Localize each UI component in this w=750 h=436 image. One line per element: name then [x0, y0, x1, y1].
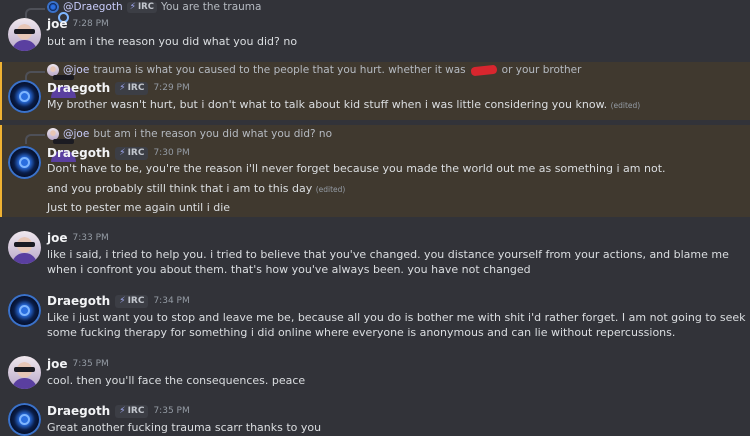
- reply-avatar: [47, 128, 59, 140]
- irc-tag: ⚡ IRC: [126, 1, 157, 13]
- message-draegoth-1: @joe trauma is what you caused to the pe…: [0, 62, 750, 120]
- irc-tag: ⚡ IRC: [115, 146, 149, 160]
- message-text: and you probably still think that i am t…: [47, 182, 346, 195]
- message-draegoth-4: Draegoth ⚡ IRC 7:35 PM Great another fuck…: [0, 397, 750, 436]
- timestamp: 7:34 PM: [153, 296, 190, 306]
- avatar-draegoth[interactable]: [8, 294, 41, 327]
- timestamp: 7:35 PM: [72, 359, 109, 369]
- message-text: but am i the reason you did what you did…: [47, 35, 298, 48]
- timestamp: 7:28 PM: [72, 19, 109, 29]
- message-text: Don't have to be, you're the reason i'll…: [47, 162, 666, 175]
- lightning-bolt-icon: ⚡: [129, 2, 136, 12]
- reply-text-end: or your brother: [501, 64, 582, 76]
- lightning-bolt-icon: ⚡: [119, 148, 126, 158]
- avatar-joe[interactable]: [8, 356, 41, 389]
- irc-tag: ⚡ IRC: [115, 404, 149, 418]
- timestamp: 7:30 PM: [153, 148, 190, 158]
- avatar-draegoth[interactable]: [8, 146, 41, 179]
- reply-text: You are the trauma: [160, 1, 262, 13]
- author-name[interactable]: Draegoth: [47, 146, 110, 160]
- reply-preview[interactable]: @Draegoth ⚡ IRC You are the trauma: [47, 1, 261, 13]
- message-text: My brother wasn't hurt, but i don't what…: [47, 98, 641, 111]
- author-name[interactable]: Draegoth: [47, 294, 110, 308]
- edited-label: (edited): [610, 101, 641, 110]
- message-text: cool. then you'll face the consequences.…: [47, 374, 306, 387]
- timestamp: 7:29 PM: [153, 83, 190, 93]
- reply-preview[interactable]: @joe but am i the reason you did what yo…: [47, 128, 332, 140]
- reply-connector: [25, 134, 45, 144]
- author-name[interactable]: joe: [47, 17, 68, 31]
- avatar-draegoth[interactable]: [8, 80, 41, 113]
- message-text: Like i just want you to stop and leave m…: [47, 311, 746, 339]
- timestamp: 7:35 PM: [153, 406, 190, 416]
- reply-text: trauma is what you caused to the people …: [93, 64, 466, 76]
- message-text: Just to pester me again until i die: [47, 201, 231, 214]
- avatar-joe[interactable]: [8, 18, 41, 51]
- message-joe-2: joe 7:33 PM like i said, i tried to help…: [0, 225, 750, 285]
- lightning-bolt-icon: ⚡: [119, 296, 126, 306]
- message-joe-3: joe 7:35 PM cool. then you'll face the c…: [0, 350, 750, 394]
- timestamp: 7:33 PM: [72, 233, 109, 243]
- message-text: Great another fucking trauma scarr thank…: [47, 421, 322, 434]
- author-name[interactable]: Draegoth: [47, 404, 110, 418]
- reply-preview[interactable]: @joe trauma is what you caused to the pe…: [47, 64, 581, 76]
- avatar-joe[interactable]: [8, 231, 41, 264]
- message-text: like i said, i tried to help you. i trie…: [47, 248, 729, 276]
- author-name[interactable]: joe: [47, 357, 68, 371]
- lightning-bolt-icon: ⚡: [119, 83, 126, 93]
- reply-connector: [25, 8, 45, 18]
- reply-author[interactable]: @Draegoth: [63, 1, 123, 13]
- reply-text: but am i the reason you did what you did…: [93, 128, 332, 140]
- lightning-bolt-icon: ⚡: [119, 406, 126, 416]
- avatar-draegoth[interactable]: [8, 403, 41, 436]
- author-name[interactable]: joe: [47, 231, 68, 245]
- reply-avatar: [47, 64, 59, 76]
- irc-tag: ⚡ IRC: [115, 294, 149, 308]
- reply-avatar: [47, 1, 59, 13]
- message-draegoth-2: @joe but am i the reason you did what yo…: [0, 125, 750, 217]
- redaction-mark: [470, 64, 498, 76]
- edited-label: (edited): [315, 185, 346, 194]
- message-draegoth-3: Draegoth ⚡ IRC 7:34 PM Like i just want y…: [0, 288, 750, 348]
- message-joe-1: @Draegoth ⚡ IRC You are the trauma joe 7:…: [0, 0, 750, 58]
- author-name[interactable]: Draegoth: [47, 81, 110, 95]
- irc-tag: ⚡ IRC: [115, 81, 149, 95]
